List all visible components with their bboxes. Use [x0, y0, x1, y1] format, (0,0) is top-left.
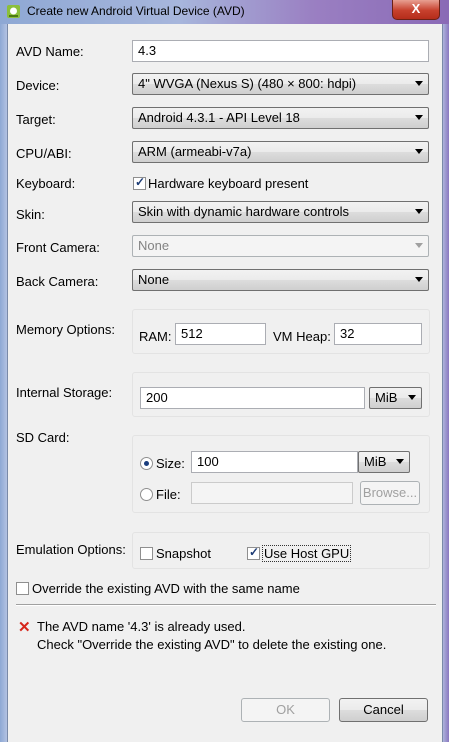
hardware-keyboard-checkbox[interactable] [133, 175, 146, 190]
override-checkbox[interactable] [16, 582, 29, 595]
emulation-options-label: Emulation Options: [16, 542, 126, 557]
snapshot-label[interactable]: Snapshot [156, 546, 211, 561]
device-select[interactable]: 4" WVGA (Nexus S) (480 × 800: hdpi) [132, 73, 429, 95]
chevron-down-icon [415, 149, 423, 154]
ok-button[interactable]: OK [241, 698, 330, 722]
skin-select[interactable]: Skin with dynamic hardware controls [132, 201, 429, 223]
device-value: 4" WVGA (Nexus S) (480 × 800: hdpi) [138, 76, 357, 91]
chevron-down-icon [408, 395, 416, 400]
chevron-down-icon [396, 459, 404, 464]
sd-size-unit-select[interactable]: MiB [358, 451, 410, 473]
back-camera-value: None [138, 272, 170, 287]
window-title: Create new Android Virtual Device (AVD) [27, 4, 245, 18]
memory-options-label: Memory Options: [16, 322, 115, 337]
cpu-abi-select[interactable]: ARM (armeabi-v7a) [132, 141, 429, 163]
chevron-down-icon [415, 209, 423, 214]
internal-storage-unit-select[interactable]: MiB [369, 387, 422, 409]
error-x-icon: ✕ [18, 619, 31, 636]
device-label: Device: [16, 78, 60, 93]
cpu-abi-label: CPU/ABI: [16, 146, 72, 161]
sd-size-label[interactable]: Size: [156, 456, 185, 471]
target-value: Android 4.3.1 - API Level 18 [138, 110, 300, 125]
target-label: Target: [16, 112, 56, 127]
sd-size-radio[interactable] [140, 457, 153, 470]
sd-file-radio[interactable] [140, 488, 153, 501]
skin-label: Skin: [16, 207, 45, 222]
sd-size-unit-value: MiB [364, 454, 387, 469]
chevron-down-icon [415, 277, 423, 282]
back-camera-label: Back Camera: [16, 274, 99, 289]
use-host-gpu-label[interactable]: Use Host GPU [262, 545, 352, 562]
override-label[interactable]: Override the existing AVD with the same … [32, 581, 300, 596]
vm-heap-input[interactable]: 32 [334, 323, 422, 345]
sd-card-label: SD Card: [16, 430, 70, 445]
chevron-down-icon [415, 81, 423, 86]
browse-button: Browse... [360, 481, 420, 505]
error-message-line2: Check "Override the existing AVD" to del… [37, 637, 387, 652]
ram-input[interactable]: 512 [175, 323, 266, 345]
ram-label: RAM: [139, 329, 172, 344]
separator [16, 604, 436, 606]
back-camera-select[interactable]: None [132, 269, 429, 291]
target-select[interactable]: Android 4.3.1 - API Level 18 [132, 107, 429, 129]
error-message-line1: The AVD name '4.3' is already used. [37, 619, 246, 634]
snapshot-checkbox[interactable] [140, 547, 153, 560]
front-camera-label: Front Camera: [16, 240, 100, 255]
use-host-gpu-checkbox[interactable] [247, 545, 260, 560]
internal-storage-unit-value: MiB [375, 390, 398, 405]
chevron-down-icon [415, 115, 423, 120]
avd-name-label: AVD Name: [16, 44, 84, 59]
android-app-icon [7, 5, 20, 18]
cancel-button[interactable]: Cancel [339, 698, 428, 722]
close-button[interactable]: X [392, 0, 440, 20]
avd-name-input[interactable]: 4.3 [132, 40, 429, 62]
vm-heap-label: VM Heap: [273, 329, 331, 344]
keyboard-label: Keyboard: [16, 176, 76, 191]
cpu-abi-value: ARM (armeabi-v7a) [138, 144, 252, 159]
sd-file-input [191, 482, 353, 504]
sd-file-label[interactable]: File: [156, 487, 181, 502]
internal-storage-label: Internal Storage: [16, 385, 113, 400]
front-camera-value: None [138, 238, 170, 253]
dialog-body: AVD Name: 4.3 Device: 4" WVGA (Nexus S) … [7, 24, 443, 742]
chevron-down-icon [415, 243, 423, 248]
title-bar: Create new Android Virtual Device (AVD) … [0, 0, 449, 24]
front-camera-select: None [132, 235, 429, 257]
sd-size-input[interactable]: 100 [191, 451, 358, 473]
internal-storage-input[interactable]: 200 [140, 387, 365, 409]
skin-value: Skin with dynamic hardware controls [138, 204, 349, 219]
hardware-keyboard-label[interactable]: Hardware keyboard present [148, 176, 308, 191]
